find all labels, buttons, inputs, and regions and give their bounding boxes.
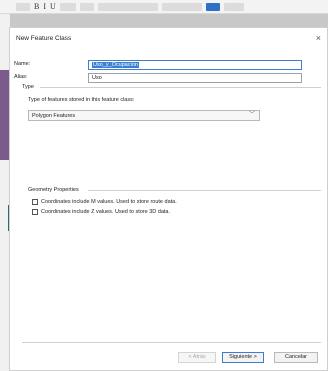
italic-icon: I bbox=[43, 2, 47, 11]
feature-type-selected: Polygon Features bbox=[32, 113, 76, 119]
name-input[interactable]: Uso_y_Ocupacion bbox=[88, 60, 302, 70]
highlight-icon bbox=[59, 2, 76, 11]
name-label: Name: bbox=[14, 61, 31, 67]
z-values-option[interactable]: Coordinates include Z values. Used to st… bbox=[32, 209, 170, 215]
alignment-tools-icon bbox=[161, 2, 202, 11]
dialog-title: New Feature Class bbox=[16, 34, 72, 42]
dialog-title-bar: New Feature Class × bbox=[10, 28, 327, 48]
next-button[interactable]: Siguiente > bbox=[222, 352, 264, 363]
type-section-divider bbox=[40, 87, 321, 88]
type-section-title: Type bbox=[22, 84, 34, 90]
background-ribbon: B I U bbox=[0, 0, 328, 14]
font-color-icon bbox=[79, 2, 94, 11]
close-icon[interactable]: × bbox=[316, 33, 321, 43]
m-values-option[interactable]: Coordinates include M values. Used to st… bbox=[32, 199, 177, 205]
footer-divider bbox=[22, 342, 321, 343]
geometry-section-divider bbox=[88, 190, 321, 191]
type-description: Type of features stored in this feature … bbox=[28, 97, 135, 103]
cancel-button[interactable]: Cancelar bbox=[274, 352, 318, 363]
new-feature-class-dialog: New Feature Class × Name: Uso_y_Ocupacio… bbox=[9, 27, 328, 371]
back-button[interactable]: < Atrás bbox=[178, 352, 216, 363]
shading-icon bbox=[205, 2, 220, 11]
alias-label: Alias: bbox=[14, 74, 28, 80]
m-values-checkbox[interactable] bbox=[32, 199, 38, 205]
name-input-value: Uso_y_Ocupacion bbox=[92, 62, 139, 68]
bold-icon: B bbox=[34, 2, 40, 11]
alias-input[interactable]: Uso bbox=[88, 73, 302, 83]
feature-type-select[interactable]: Polygon Features ﹀ bbox=[28, 110, 260, 121]
geometry-section-title: Geometry Properties bbox=[28, 187, 79, 193]
paragraph-tools-icon bbox=[97, 2, 158, 11]
chevron-down-icon: ﹀ bbox=[248, 112, 255, 118]
z-values-checkbox[interactable] bbox=[32, 209, 38, 215]
underline-icon: U bbox=[50, 2, 56, 11]
m-values-label: Coordinates include M values. Used to st… bbox=[41, 199, 177, 205]
borders-icon bbox=[223, 2, 244, 11]
z-values-label: Coordinates include Z values. Used to st… bbox=[41, 209, 171, 215]
font-size-dropdown bbox=[16, 2, 30, 11]
